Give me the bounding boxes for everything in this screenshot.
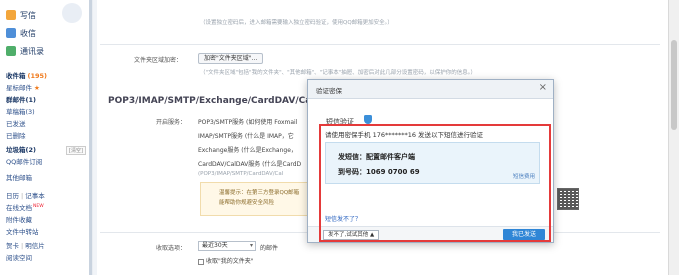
service-note: (POP3/IMAP/SMTP/CardDAV/Cal [198, 171, 284, 177]
sidebar-item-cards[interactable]: 贺卡 | 明信片 [6, 240, 45, 250]
close-icon[interactable]: × [539, 82, 547, 93]
service-pop3[interactable]: POP3/SMTP服务 (如何使用 Foxmail [198, 117, 297, 126]
sidebar-item-file-transfer[interactable]: 文件中转站 [6, 226, 39, 236]
tip-box: 温馨提示：在第三方登录QQ邮箱 能帮助你规避安全风险 [200, 182, 315, 216]
receive-suffix: 的邮件 [260, 245, 279, 252]
encrypt-folder-button[interactable]: 加密"文件夹区域"... [198, 53, 264, 64]
clear-spam-button[interactable]: [清空] [66, 146, 86, 155]
contacts-button[interactable]: 通讯录 [6, 44, 44, 58]
qr-code-icon [557, 188, 579, 210]
service-imap[interactable]: IMAP/SMTP服务 (什么是 IMAP，它 [198, 131, 294, 140]
sidebar-item-docs[interactable]: 在线文档NEW [6, 202, 44, 212]
sidebar-item-reading[interactable]: 阅读空间 [6, 252, 32, 262]
folder-encrypt-label: 文件夹区域加密： [134, 57, 183, 64]
inbox-icon [6, 28, 16, 38]
sidebar-scrollbar[interactable] [89, 0, 92, 275]
sidebar-item-sent[interactable]: 已发送 [6, 118, 26, 128]
inbox-button[interactable]: 收信 [6, 26, 36, 40]
page-scrollbar[interactable] [668, 0, 679, 275]
sidebar-item-subscription[interactable]: QQ邮件订阅 [6, 156, 42, 166]
highlight-frame [319, 124, 551, 242]
sidebar: 写信 收信 通讯录 收件箱 (195) 星标邮件 ★ 群邮件(1) 草稿箱(3) 已… [0, 0, 92, 275]
sidebar-item-deleted[interactable]: 已删除 [6, 130, 26, 140]
sidebar-item-attachments[interactable]: 附件收藏 [6, 214, 32, 224]
page-gutter [93, 0, 97, 275]
tip-line-2: 能帮助你规避安全风险 [219, 200, 275, 206]
shield-icon [364, 115, 372, 124]
sidebar-item-starred[interactable]: 星标邮件 ★ [6, 82, 40, 92]
tip-line-1: 温馨提示：在第三方登录QQ邮箱 [219, 190, 300, 196]
receive-range-select[interactable]: 最近30天 [198, 241, 256, 251]
divider [100, 44, 660, 45]
checkbox-icon[interactable] [198, 258, 204, 265]
write-button[interactable]: 写信 [6, 8, 36, 22]
sidebar-item-calendar[interactable]: 日历 | 记事本 [6, 190, 45, 200]
star-icon: ★ [34, 84, 40, 92]
contacts-icon [6, 46, 16, 56]
decor-circle [62, 3, 82, 23]
write-icon [6, 10, 16, 20]
service-exchange[interactable]: Exchange服务 (什么是Exchange， [198, 145, 297, 154]
dialog-title: 验证密保 [316, 87, 342, 95]
sidebar-item-drafts[interactable]: 草稿箱(3) [6, 106, 35, 116]
folder-encrypt-hint: （"文件夹区域"包括"我的文件夹"、"其他邮箱"、"记事本"抽屉、加密后对此几部… [200, 70, 476, 76]
password-hint: （设置独立密码后，进入邮箱需要输入独立密码验证，使用QQ邮箱更加安全。） [200, 20, 393, 26]
sidebar-item-inbox[interactable]: 收件箱 (195) [6, 70, 47, 80]
receive-options-label: 收取选项： [156, 245, 187, 252]
sidebar-item-other-mailbox[interactable]: 其他邮箱 [6, 172, 32, 182]
scroll-thumb[interactable] [671, 40, 677, 130]
dialog-header: 验证密保 × [308, 80, 553, 99]
sidebar-item-spam[interactable]: 垃圾箱(2) [6, 144, 36, 154]
receive-folder-checkbox[interactable]: 收取"我的文件夹" [198, 256, 254, 265]
open-service-label: 开启服务： [156, 119, 187, 126]
sidebar-item-group[interactable]: 群邮件(1) [6, 94, 36, 104]
service-carddav[interactable]: CardDAV/CalDAV服务 (什么是CardD [198, 159, 301, 168]
